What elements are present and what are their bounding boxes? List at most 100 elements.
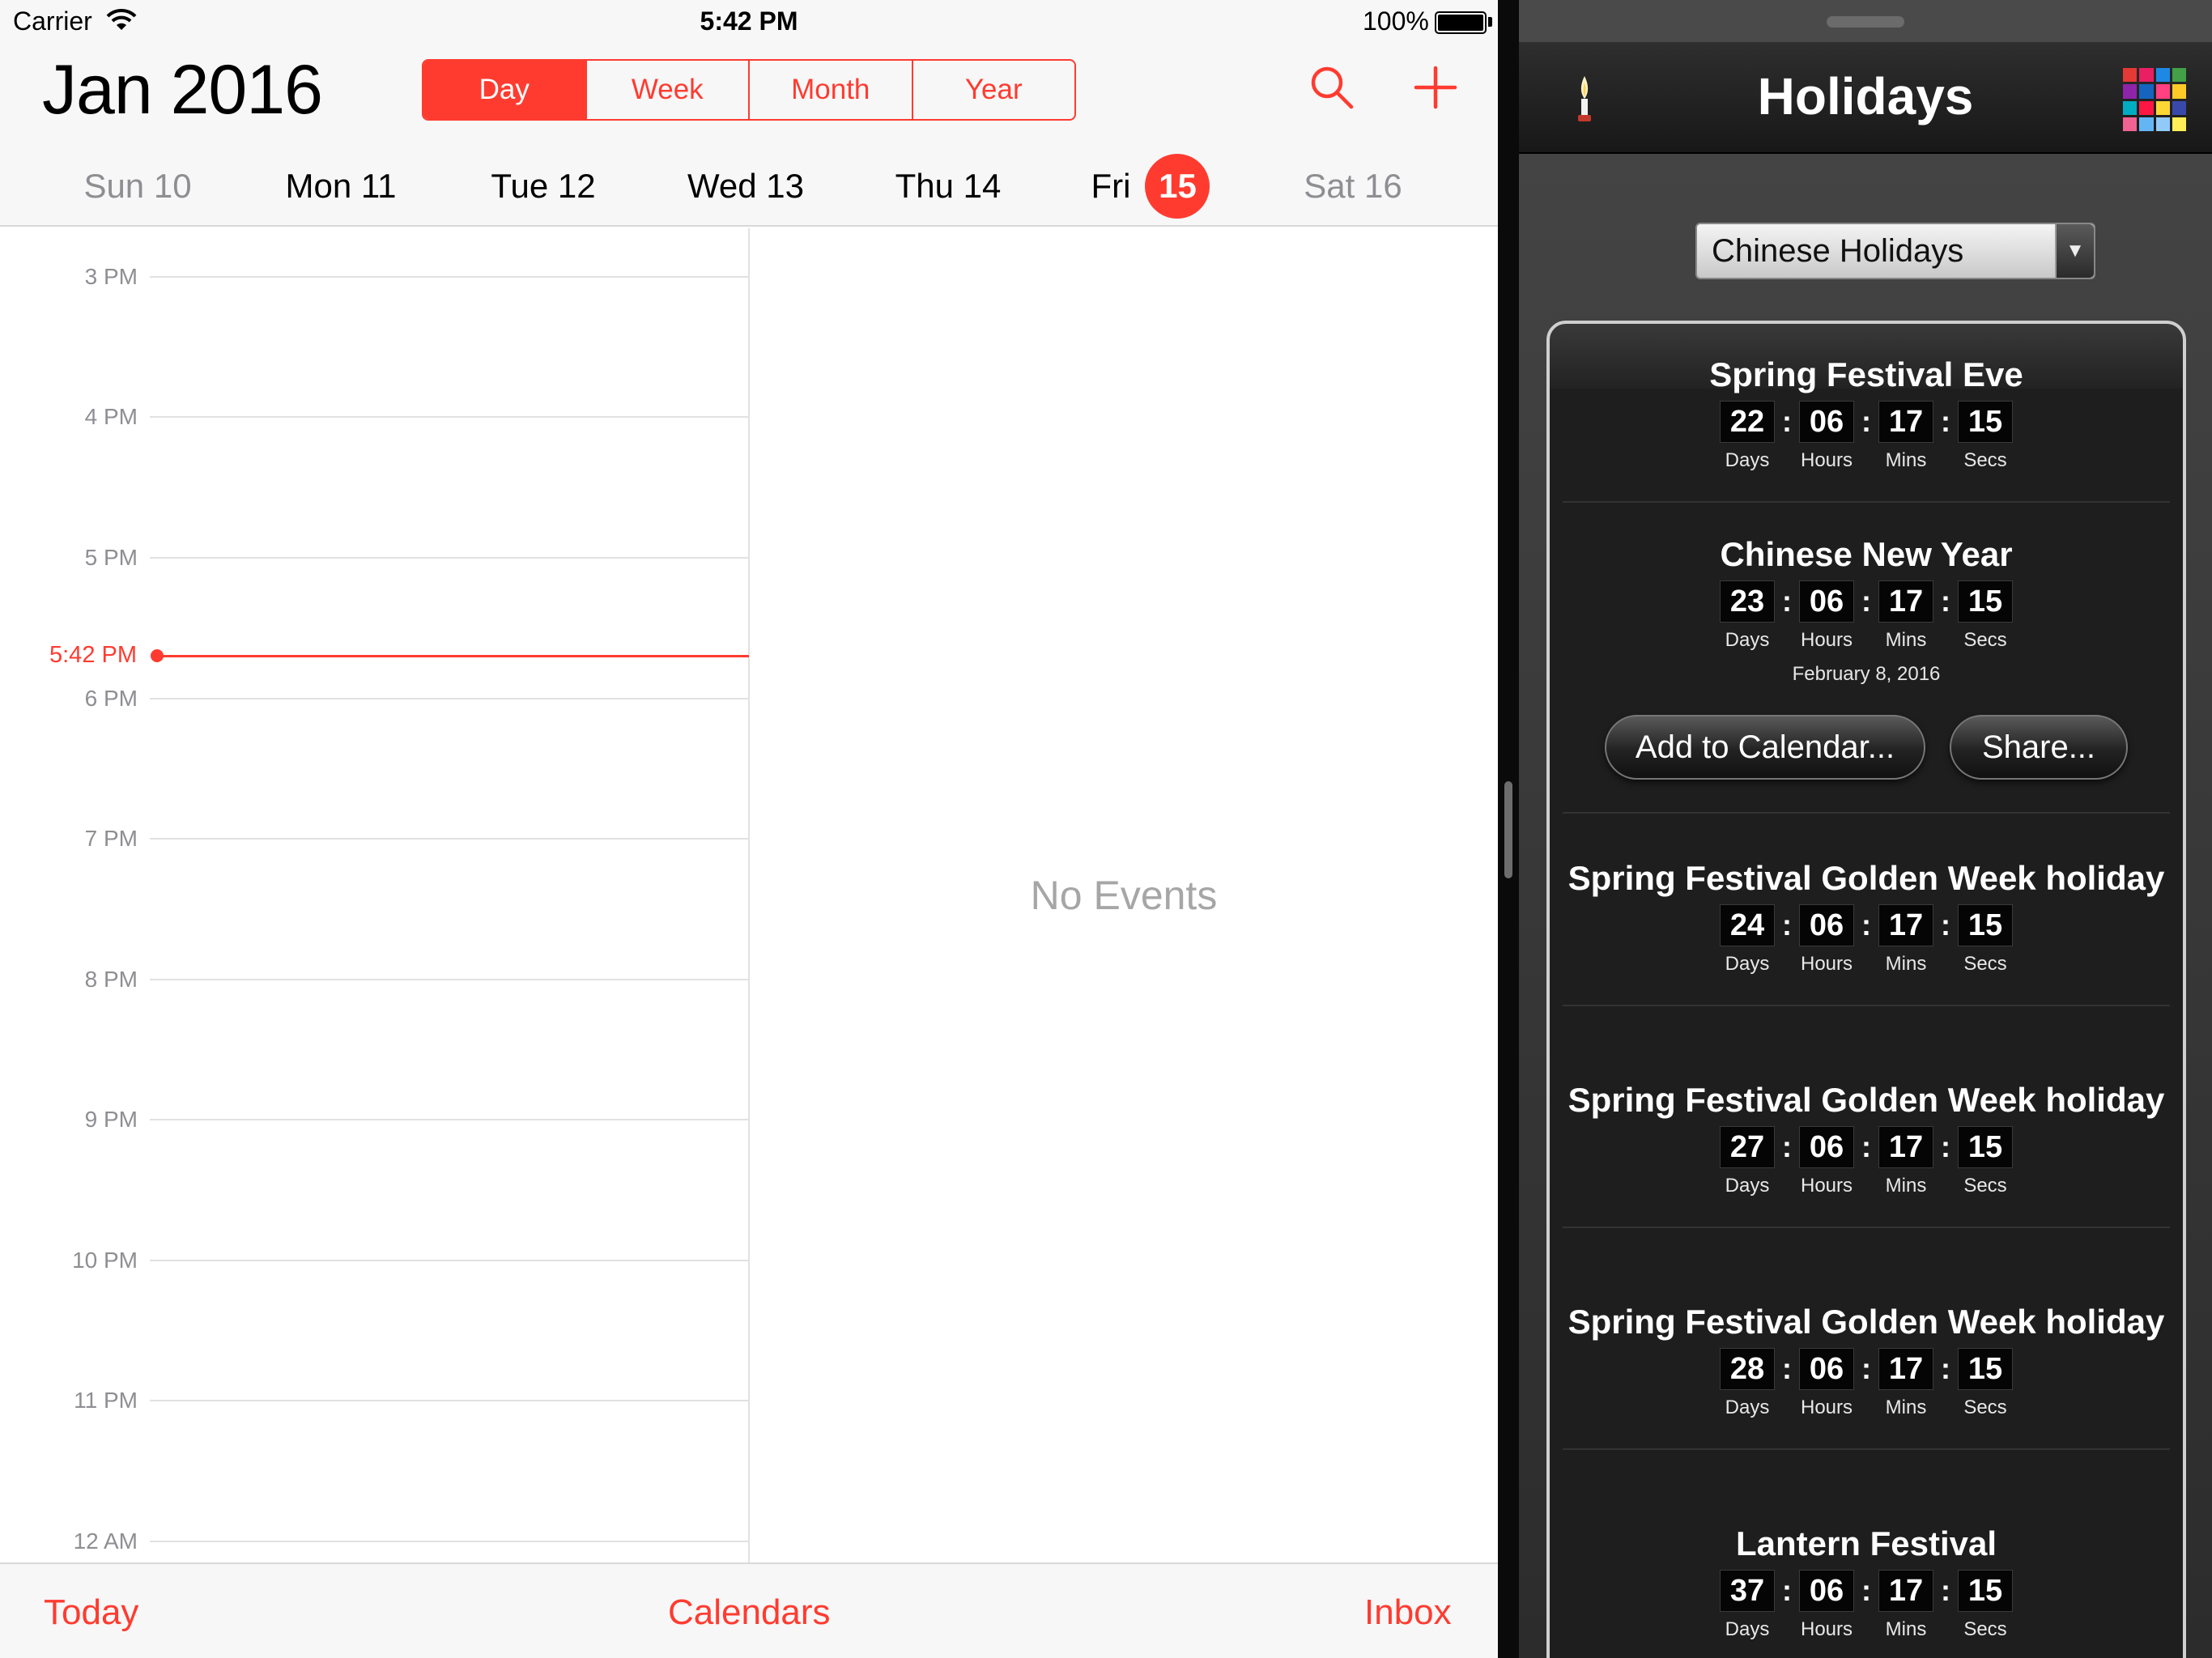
- colon-separator: :: [1782, 405, 1792, 438]
- holiday-item-expanded[interactable]: Chinese New Year 23 Days : 06 Hours : 17 Mi…: [1563, 533, 2170, 814]
- holiday-name: Spring Festival Golden Week holiday: [1568, 1303, 2165, 1341]
- countdown-hours: 06: [1799, 1348, 1854, 1390]
- weekday-fri-selected[interactable]: Fri 15: [1049, 154, 1252, 219]
- holidays-navbar: Holidays: [1519, 42, 2212, 154]
- days-caption: Days: [1725, 1397, 1770, 1418]
- slide-over-grabber[interactable]: [1827, 16, 1904, 28]
- weekday-wed[interactable]: Wed 13: [644, 154, 847, 219]
- hour-label: 7 PM: [84, 826, 138, 851]
- colon-separator: :: [1941, 405, 1950, 438]
- add-event-icon[interactable]: [1411, 63, 1460, 112]
- days-caption: Days: [1725, 953, 1770, 975]
- holiday-item[interactable]: Spring Festival Golden Week holiday 27 Da…: [1563, 1078, 2170, 1228]
- weekday-sun[interactable]: Sun 10: [36, 154, 239, 219]
- calendar-app: Carrier 5:42 PM 100% Jan 2016 Day Week M…: [0, 0, 1498, 1658]
- hour-row: 10 PM: [0, 1248, 749, 1273]
- hour-label: 12 AM: [73, 1528, 138, 1554]
- countdown-mins: 17: [1878, 580, 1933, 623]
- weekday-number: 16: [1364, 167, 1402, 205]
- countdown: 24 Days : 06 Hours : 17 Mins : 15 Secs: [1563, 904, 2170, 976]
- holiday-category-value: Chinese Holidays: [1712, 232, 1964, 269]
- countdown-days: 27: [1720, 1126, 1775, 1168]
- holiday-name: Spring Festival Eve: [1709, 355, 2023, 393]
- calendars-button[interactable]: Calendars: [668, 1592, 831, 1633]
- weekday-number: 12: [557, 167, 596, 205]
- day-timeline[interactable]: 3 PM 4 PM 5 PM 6 PM 7 PM 8 PM 9 PM 10 PM…: [0, 228, 1498, 1562]
- tab-day[interactable]: Day: [423, 61, 587, 119]
- days-caption: Days: [1725, 1618, 1770, 1640]
- mins-caption: Mins: [1885, 1175, 1927, 1197]
- holiday-date: February 8, 2016: [1792, 663, 1941, 685]
- mins-caption: Mins: [1885, 1618, 1927, 1640]
- colon-separator: :: [1941, 1130, 1950, 1163]
- hour-label: 3 PM: [84, 264, 138, 289]
- colon-separator: :: [1861, 908, 1871, 942]
- holidays-title: Holidays: [1757, 67, 1974, 125]
- inbox-button[interactable]: Inbox: [1364, 1592, 1452, 1633]
- holiday-item[interactable]: Spring Festival Golden Week holiday 24 Da…: [1563, 857, 2170, 1006]
- weekday-tue[interactable]: Tue 12: [442, 154, 644, 219]
- holiday-item[interactable]: Spring Festival Golden Week holiday 28 Da…: [1563, 1300, 2170, 1450]
- search-icon[interactable]: [1308, 63, 1356, 112]
- secs-caption: Secs: [1963, 449, 2007, 471]
- colon-separator: :: [1782, 1352, 1792, 1385]
- weekday-sat[interactable]: Sat 16: [1252, 154, 1454, 219]
- week-strip: Sun 10 Mon 11 Tue 12 Wed 13 Thu 14 Fri 15…: [0, 154, 1498, 219]
- holiday-name: Lantern Festival: [1735, 1524, 1997, 1562]
- holiday-actions: Add to Calendar... Share...: [1563, 715, 2170, 812]
- clock-time: 5:42 PM: [700, 6, 798, 36]
- countdown-days: 37: [1720, 1570, 1775, 1612]
- hour-label: 5 PM: [84, 545, 138, 570]
- countdown-secs: 15: [1958, 1570, 2013, 1612]
- weekday-number: 10: [153, 167, 192, 205]
- hours-caption: Hours: [1800, 1397, 1853, 1418]
- countdown-hours: 06: [1799, 904, 1854, 946]
- countdown-mins: 17: [1878, 1126, 1933, 1168]
- countdown-days: 22: [1720, 401, 1775, 443]
- holiday-list[interactable]: Spring Festival Eve 22 Days : 06 Hours : 1…: [1546, 321, 2186, 1658]
- countdown-mins: 17: [1878, 1570, 1933, 1612]
- weekday-mon[interactable]: Mon 11: [240, 154, 442, 219]
- share-button[interactable]: Share...: [1950, 715, 2128, 780]
- countdown-hours: 06: [1799, 401, 1854, 443]
- weekday-name: Wed: [687, 167, 757, 205]
- hour-row: 8 PM: [0, 967, 749, 992]
- add-to-calendar-button[interactable]: Add to Calendar...: [1605, 715, 1925, 780]
- countdown-secs: 15: [1958, 580, 2013, 623]
- split-handle[interactable]: [1504, 781, 1512, 878]
- holiday-item[interactable]: Spring Festival Eve 22 Days : 06 Hours : 1…: [1563, 353, 2170, 503]
- no-events-message: No Events: [1030, 873, 1218, 918]
- tab-week[interactable]: Week: [587, 61, 750, 119]
- holiday-name: Spring Festival Golden Week holiday: [1568, 859, 2165, 897]
- weekday-thu[interactable]: Thu 14: [847, 154, 1049, 219]
- hour-row: 11 PM: [0, 1388, 749, 1413]
- tab-month[interactable]: Month: [750, 61, 913, 119]
- holiday-item[interactable]: Lantern Festival 37 Days : 06 Hours : 17 Mi…: [1563, 1522, 2170, 1641]
- weekday-name: Sat: [1304, 167, 1355, 205]
- weekday-name: Tue: [491, 167, 549, 205]
- colon-separator: :: [1861, 1352, 1871, 1385]
- holiday-name: Spring Festival Golden Week holiday: [1568, 1081, 2165, 1119]
- tab-year[interactable]: Year: [913, 61, 1075, 119]
- holiday-category-select[interactable]: Chinese Holidays ▼: [1695, 223, 2095, 279]
- days-caption: Days: [1725, 629, 1770, 651]
- split-view-divider[interactable]: [1498, 0, 1519, 1658]
- holidays-body: Chinese Holidays ▼ Spring Festival Eve 2…: [1519, 154, 2212, 1658]
- hour-row: 6 PM: [0, 686, 749, 711]
- colon-separator: :: [1941, 1352, 1950, 1385]
- weekday-number: 13: [766, 167, 804, 205]
- hour-row: 12 AM: [0, 1528, 749, 1554]
- hours-caption: Hours: [1800, 953, 1853, 975]
- battery-percent: 100%: [1363, 6, 1429, 36]
- hour-label: 4 PM: [84, 404, 138, 429]
- hour-row: 3 PM: [0, 264, 749, 289]
- color-grid-icon[interactable]: [2123, 68, 2186, 131]
- colon-separator: :: [1861, 1130, 1871, 1163]
- colon-separator: :: [1782, 1130, 1792, 1163]
- secs-caption: Secs: [1963, 1175, 2007, 1197]
- hour-label: 8 PM: [84, 967, 138, 992]
- current-time-line: [160, 655, 749, 657]
- today-button[interactable]: Today: [44, 1592, 138, 1633]
- month-year-title[interactable]: Jan 2016: [42, 50, 323, 130]
- weekday-name: Fri: [1091, 167, 1131, 205]
